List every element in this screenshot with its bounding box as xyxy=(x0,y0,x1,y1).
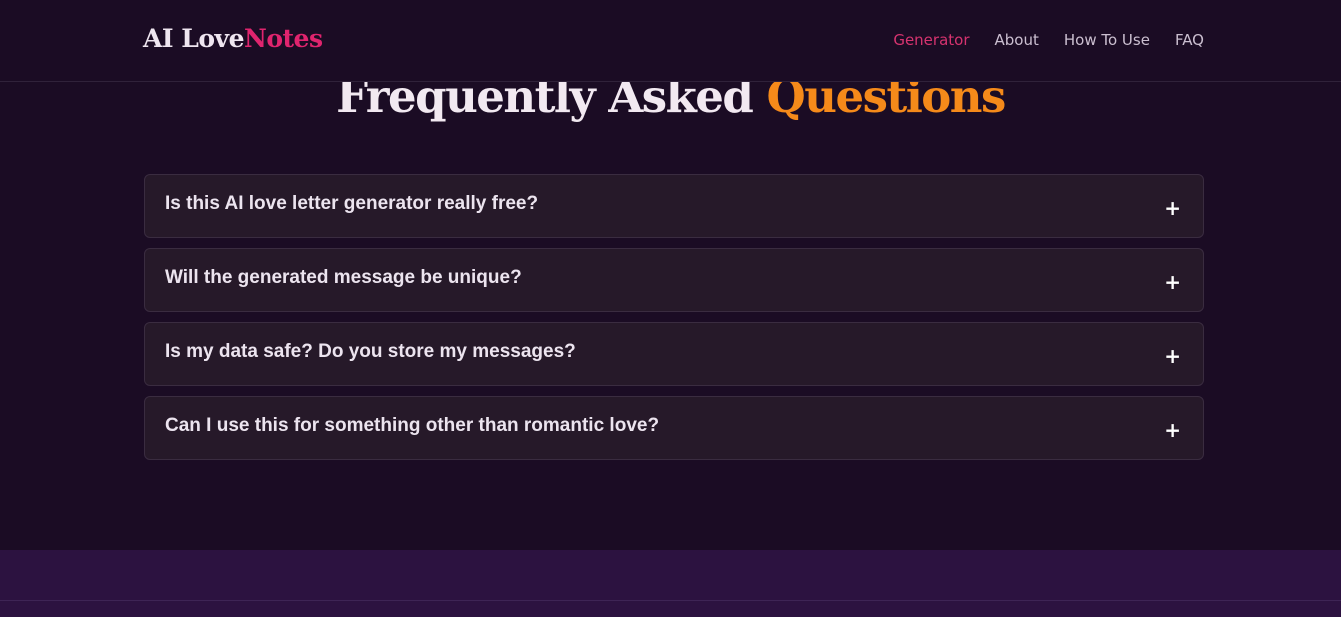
nav-link-about[interactable]: About xyxy=(995,31,1039,49)
nav-link-how-to-use[interactable]: How To Use xyxy=(1064,31,1150,49)
nav-link-faq[interactable]: FAQ xyxy=(1175,31,1204,49)
footer-band xyxy=(0,550,1341,617)
faq-item-data-safety[interactable]: Is my data safe? Do you store my message… xyxy=(144,322,1204,386)
faq-question: Will the generated message be unique? xyxy=(165,267,522,288)
faq-accordion: Is this AI love letter generator really … xyxy=(144,174,1204,470)
page: AI LoveNotes Generator About How To Use … xyxy=(0,0,1341,617)
main-nav: Generator About How To Use FAQ xyxy=(893,31,1204,49)
faq-item-free[interactable]: Is this AI love letter generator really … xyxy=(144,174,1204,238)
plus-icon[interactable]: + xyxy=(1164,270,1181,294)
footer-divider xyxy=(0,600,1341,601)
faq-question: Is this AI love letter generator really … xyxy=(165,193,539,214)
plus-icon[interactable]: + xyxy=(1164,344,1181,368)
site-header: AI LoveNotes Generator About How To Use … xyxy=(0,0,1341,82)
plus-icon[interactable]: + xyxy=(1164,196,1181,220)
logo-text-accent: Notes xyxy=(243,24,323,53)
logo-text-primary: AI Love xyxy=(143,24,244,53)
faq-item-other-uses[interactable]: Can I use this for something other than … xyxy=(144,396,1204,460)
site-logo[interactable]: AI LoveNotes xyxy=(143,24,323,53)
plus-icon[interactable]: + xyxy=(1164,418,1181,442)
faq-question: Is my data safe? Do you store my message… xyxy=(165,341,576,362)
nav-link-generator[interactable]: Generator xyxy=(893,31,969,49)
faq-item-unique[interactable]: Will the generated message be unique? + xyxy=(144,248,1204,312)
faq-question: Can I use this for something other than … xyxy=(165,415,660,436)
